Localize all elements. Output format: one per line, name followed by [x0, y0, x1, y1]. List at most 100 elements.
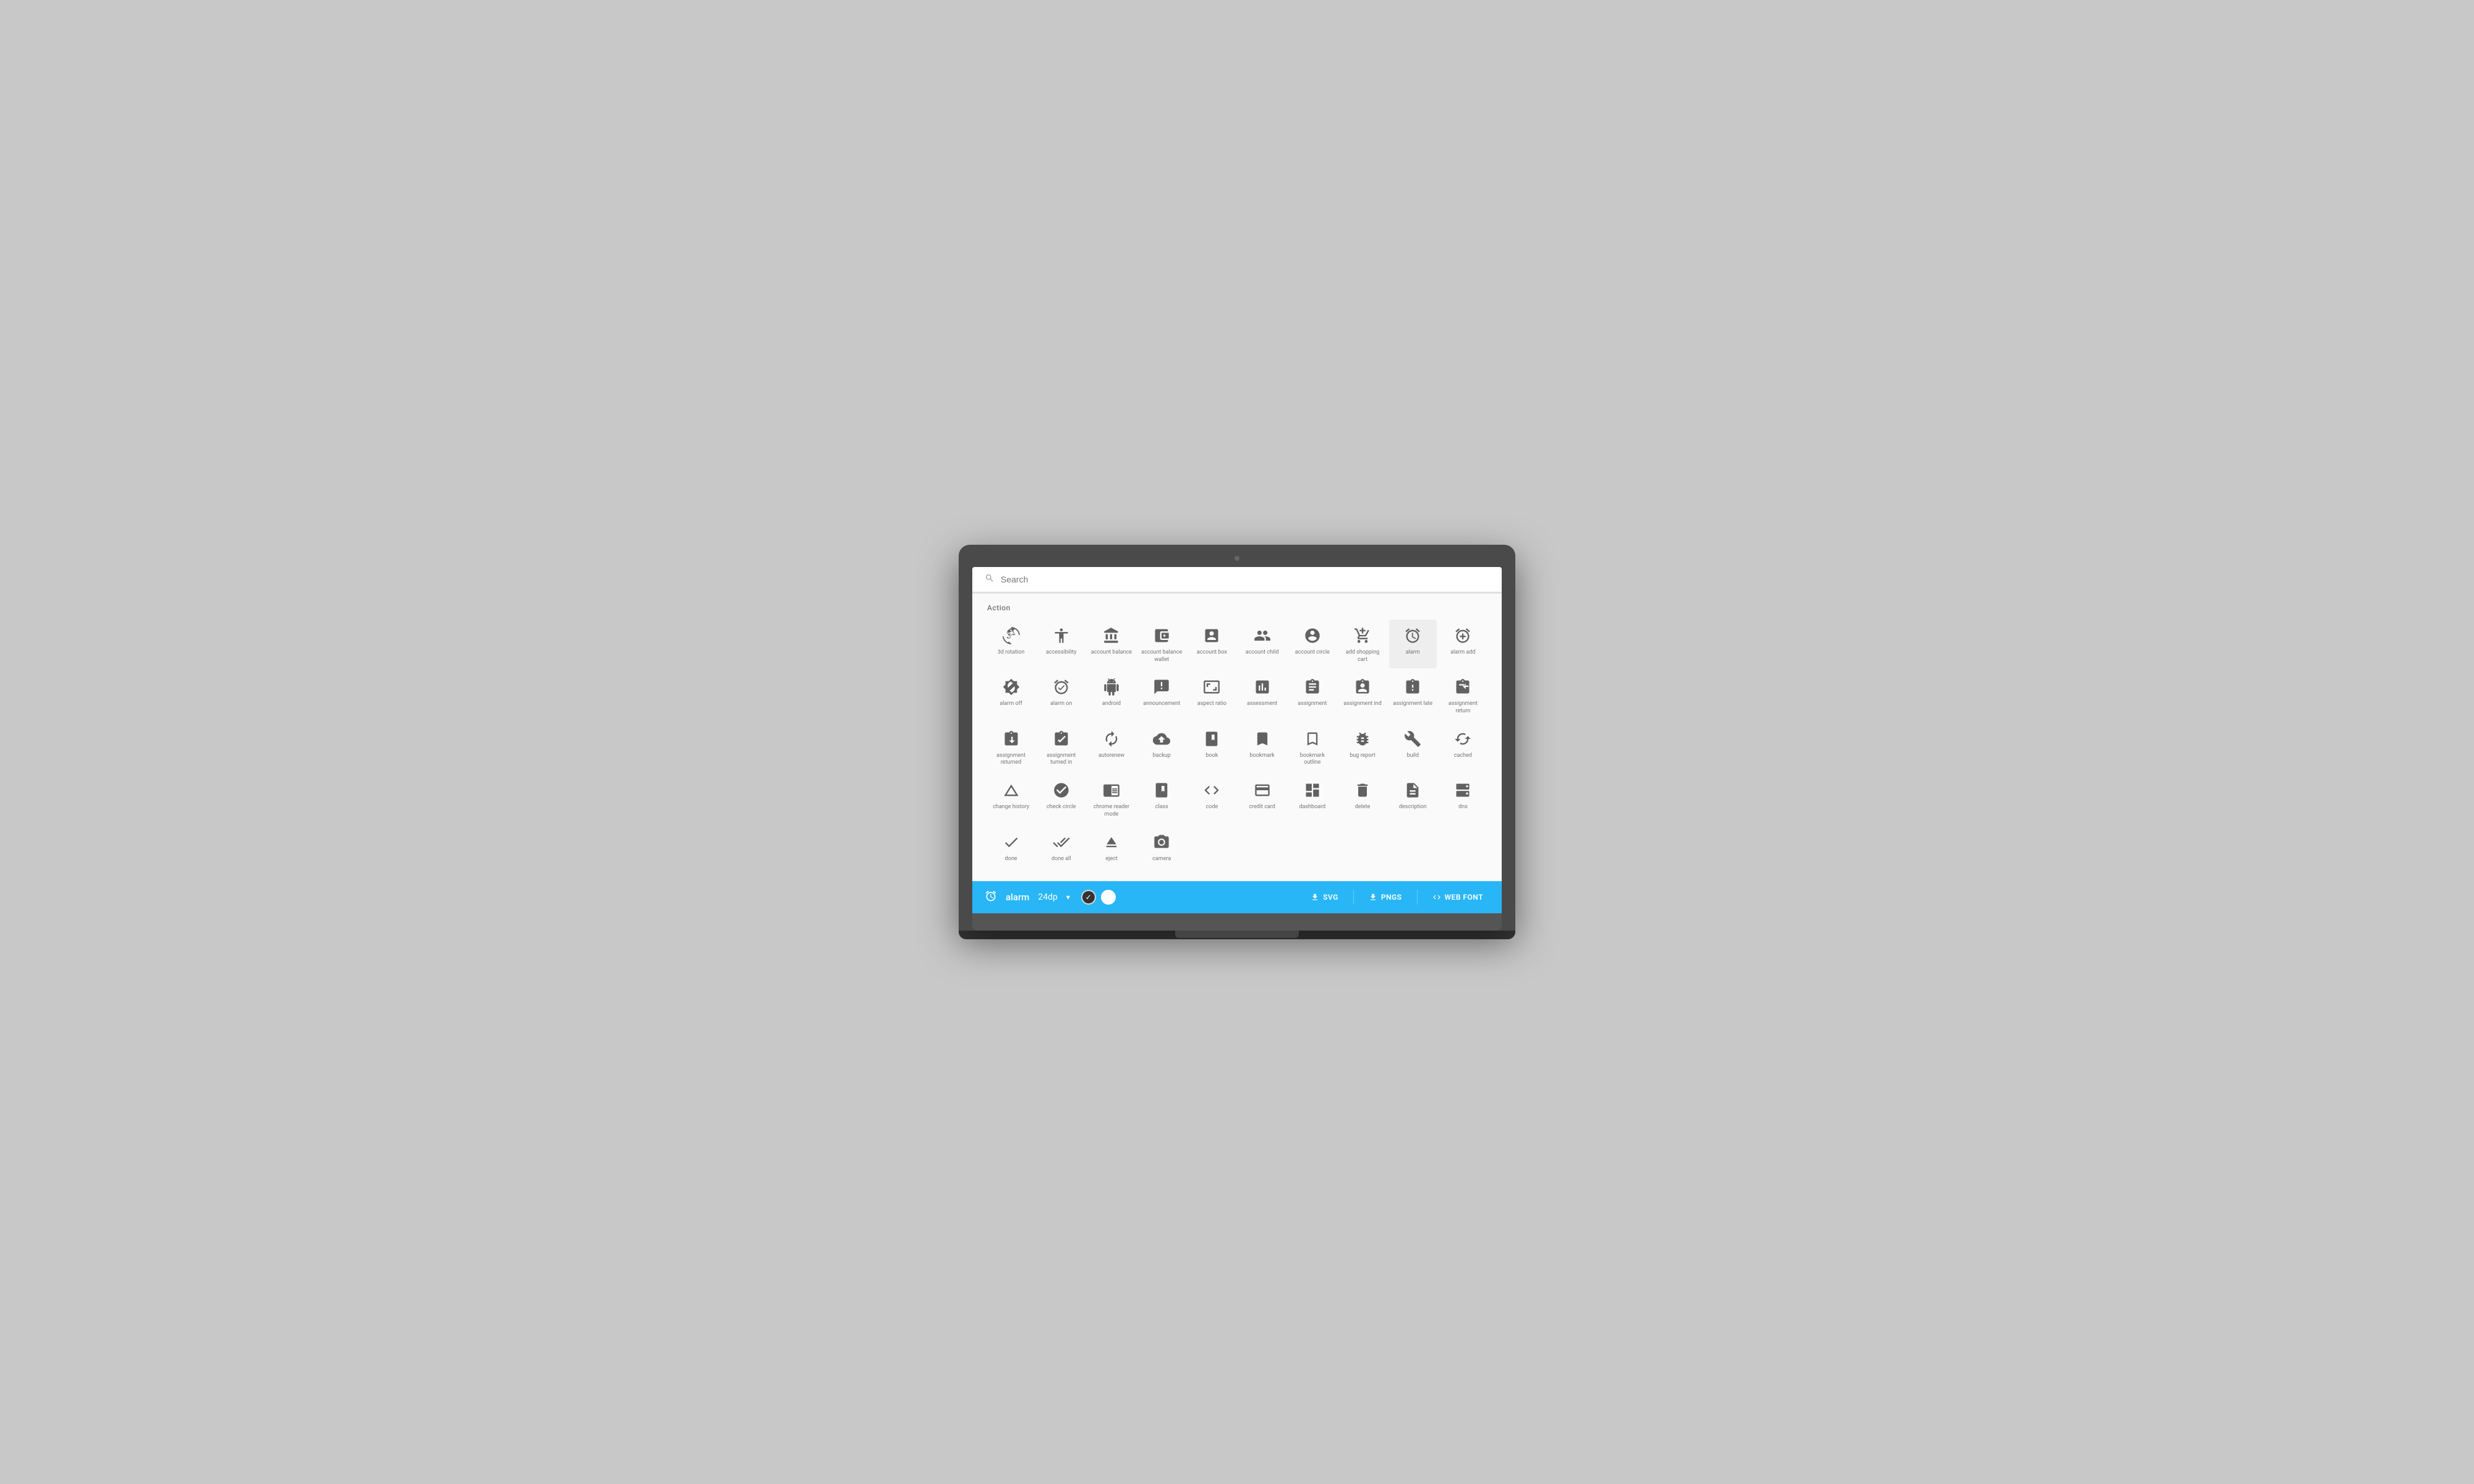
icon-cell-assignment-returned[interactable]: assignment returned: [987, 723, 1035, 772]
selected-size: 24dp: [1038, 892, 1058, 902]
android-icon: [1103, 677, 1120, 697]
eject-icon: [1103, 832, 1120, 852]
svg-download-button[interactable]: SVG: [1304, 889, 1345, 905]
dark-check-icon: ✓: [1085, 893, 1092, 902]
icon-cell-class[interactable]: class: [1138, 774, 1186, 823]
icon-cell-build[interactable]: build: [1389, 723, 1437, 772]
autorenew-icon: [1103, 729, 1120, 749]
camera-icon: [1153, 832, 1170, 852]
description-icon: [1404, 780, 1421, 800]
icon-cell-account-child[interactable]: account child: [1238, 620, 1286, 668]
icon-cell-android[interactable]: android: [1087, 671, 1135, 720]
icon-cell-announcement[interactable]: announcement: [1138, 671, 1186, 720]
content-area: Action 3d rotation: [972, 594, 1502, 881]
web-font-label: WEB FONT: [1445, 893, 1483, 902]
laptop-base: [972, 913, 1502, 931]
aspect-ratio-icon: [1203, 677, 1220, 697]
icon-cell-alarm-on[interactable]: alarm on: [1037, 671, 1085, 720]
announcement-icon: [1153, 677, 1170, 697]
size-dropdown-arrow[interactable]: ▾: [1066, 893, 1070, 902]
icon-cell-change-history[interactable]: change history: [987, 774, 1035, 823]
icon-cell-account-box[interactable]: account box: [1188, 620, 1236, 668]
icon-label-account-box: account box: [1197, 649, 1227, 657]
icon-cell-bug-report[interactable]: bug report: [1338, 723, 1386, 772]
icon-label-assignment-returned: assignment returned: [990, 753, 1032, 767]
icon-cell-add-shopping-cart[interactable]: add shopping cart: [1338, 620, 1386, 668]
icon-label-account-balance-wallet: account balance wallet: [1141, 649, 1183, 663]
icon-label-description: description: [1399, 804, 1427, 811]
icon-cell-eject[interactable]: eject: [1087, 826, 1135, 868]
icon-cell-autorenew[interactable]: autorenew: [1087, 723, 1135, 772]
icon-cell-assignment-return[interactable]: assignment return: [1439, 671, 1487, 720]
icon-cell-accessibility[interactable]: accessibility: [1037, 620, 1085, 668]
icon-grid: 3d rotation accessibility: [987, 620, 1487, 868]
icon-label-alarm: alarm: [1406, 649, 1420, 657]
icon-label-class: class: [1155, 804, 1168, 811]
3d-rotation-icon: [1003, 626, 1020, 646]
icon-label-backup: backup: [1153, 753, 1171, 760]
icon-label-assignment-ind: assignment ind: [1343, 701, 1381, 708]
selected-icon-preview: [985, 890, 997, 905]
bug-report-icon: [1354, 729, 1371, 749]
chrome-reader-mode-icon: [1103, 780, 1120, 800]
icon-cell-aspect-ratio[interactable]: aspect ratio: [1188, 671, 1236, 720]
icon-cell-backup[interactable]: backup: [1138, 723, 1186, 772]
icon-cell-check-circle[interactable]: check circle: [1037, 774, 1085, 823]
icon-cell-3d-rotation[interactable]: 3d rotation: [987, 620, 1035, 668]
separator-1: [1353, 890, 1354, 905]
light-color-option[interactable]: [1101, 890, 1116, 905]
icon-cell-delete[interactable]: delete: [1338, 774, 1386, 823]
icon-cell-alarm-off[interactable]: alarm off: [987, 671, 1035, 720]
icon-label-announcement: announcement: [1143, 701, 1180, 708]
icon-label-alarm-off: alarm off: [999, 701, 1022, 708]
icon-cell-assessment[interactable]: assessment: [1238, 671, 1286, 720]
icon-cell-dashboard[interactable]: dashboard: [1288, 774, 1336, 823]
icon-cell-cached[interactable]: cached: [1439, 723, 1487, 772]
assignment-return-icon: [1454, 677, 1471, 697]
icon-cell-account-circle[interactable]: account circle: [1288, 620, 1336, 668]
check-circle-icon: [1053, 780, 1070, 800]
icon-cell-done[interactable]: done: [987, 826, 1035, 868]
icon-label-autorenew: autorenew: [1098, 753, 1124, 760]
icon-cell-chrome-reader-mode[interactable]: chrome reader mode: [1087, 774, 1135, 823]
icon-cell-assignment-ind[interactable]: assignment ind: [1338, 671, 1386, 720]
account-circle-icon: [1304, 626, 1321, 646]
icon-cell-assignment-turned-in[interactable]: assignment turned in: [1037, 723, 1085, 772]
icon-label-android: android: [1102, 701, 1121, 708]
icon-cell-account-balance[interactable]: account balance: [1087, 620, 1135, 668]
bookmark-icon: [1254, 729, 1271, 749]
icon-label-eject: eject: [1105, 856, 1117, 863]
pngs-download-button[interactable]: PNGS: [1363, 889, 1408, 905]
icon-cell-book[interactable]: book: [1188, 723, 1236, 772]
book-icon: [1203, 729, 1220, 749]
icon-cell-assignment-late[interactable]: assignment late: [1389, 671, 1437, 720]
icon-cell-dns[interactable]: dns: [1439, 774, 1487, 823]
icon-label-check-circle: check circle: [1047, 804, 1076, 811]
search-input[interactable]: [1001, 574, 1489, 584]
icon-cell-code[interactable]: code: [1188, 774, 1236, 823]
icon-label-credit-card: credit card: [1249, 804, 1275, 811]
icon-cell-alarm[interactable]: alarm: [1389, 620, 1437, 668]
icon-cell-alarm-add[interactable]: alarm add: [1439, 620, 1487, 668]
icon-cell-credit-card[interactable]: credit card: [1238, 774, 1286, 823]
pngs-label: PNGS: [1381, 893, 1402, 902]
icon-cell-description[interactable]: description: [1389, 774, 1437, 823]
bottom-bar: alarm 24dp ▾ ✓ SVG PNGS: [972, 881, 1502, 913]
icon-label-delete: delete: [1355, 804, 1371, 811]
icon-label-assessment: assessment: [1247, 701, 1277, 708]
web-font-download-button[interactable]: WEB FONT: [1426, 889, 1489, 905]
icon-cell-camera[interactable]: camera: [1138, 826, 1186, 868]
icon-cell-done-all[interactable]: done all: [1037, 826, 1085, 868]
icon-label-assignment-late: assignment late: [1393, 701, 1432, 708]
icon-cell-bookmark[interactable]: bookmark: [1238, 723, 1286, 772]
icon-label-3d-rotation: 3d rotation: [998, 649, 1025, 657]
icon-cell-account-balance-wallet[interactable]: account balance wallet: [1138, 620, 1186, 668]
assignment-turned-in-icon: [1053, 729, 1070, 749]
alarm-off-icon: [1003, 677, 1020, 697]
cached-icon: [1454, 729, 1471, 749]
icon-label-aspect-ratio: aspect ratio: [1197, 701, 1226, 708]
icon-cell-assignment[interactable]: assignment: [1288, 671, 1336, 720]
icon-cell-bookmark-outline[interactable]: bookmark outline: [1288, 723, 1336, 772]
dark-color-option[interactable]: ✓: [1081, 890, 1096, 905]
backup-icon: [1153, 729, 1170, 749]
